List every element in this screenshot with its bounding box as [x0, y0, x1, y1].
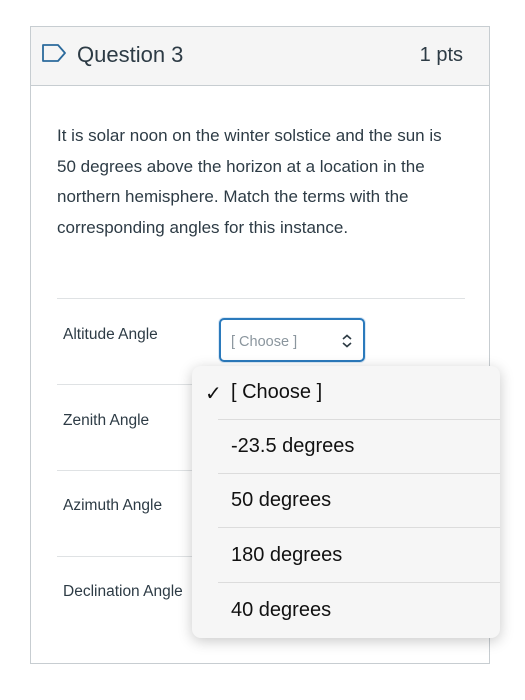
answer-select-altitude[interactable]: [ Choose ] [219, 318, 365, 362]
term-zenith-angle: Zenith Angle [63, 412, 150, 429]
dropdown-option[interactable]: 180 degrees [192, 529, 500, 583]
term-declination-angle: Declination Angle [63, 583, 183, 600]
question-text: It is solar noon on the winter solstice … [57, 126, 442, 237]
dropdown-option[interactable]: -23.5 degrees [192, 420, 500, 474]
answer-dropdown-menu: ✓ [ Choose ] -23.5 degrees 50 degrees 18… [192, 366, 500, 638]
term-altitude-angle: Altitude Angle [63, 326, 158, 343]
checkmark-icon: ✓ [205, 383, 222, 405]
option-separator [218, 527, 500, 528]
flag-icon[interactable] [41, 43, 67, 63]
select-value: [ Choose ] [231, 334, 298, 350]
option-label: 180 degrees [231, 544, 343, 566]
question-points: 1 pts [419, 44, 463, 66]
option-separator [218, 582, 500, 583]
dropdown-option[interactable]: 40 degrees [192, 584, 500, 638]
dropdown-option[interactable]: 50 degrees [192, 474, 500, 528]
option-label: 40 degrees [231, 599, 332, 621]
question-header: Question 3 1 pts [31, 27, 489, 86]
question-title: Question 3 [77, 42, 184, 67]
option-label: [ Choose ] [231, 381, 323, 403]
dropdown-option-choose[interactable]: ✓ [ Choose ] [192, 366, 500, 420]
option-label: -23.5 degrees [231, 435, 355, 457]
term-azimuth-angle: Azimuth Angle [63, 497, 163, 514]
updown-chevron-icon [342, 334, 352, 348]
divider [57, 298, 465, 299]
option-label: 50 degrees [231, 489, 332, 511]
